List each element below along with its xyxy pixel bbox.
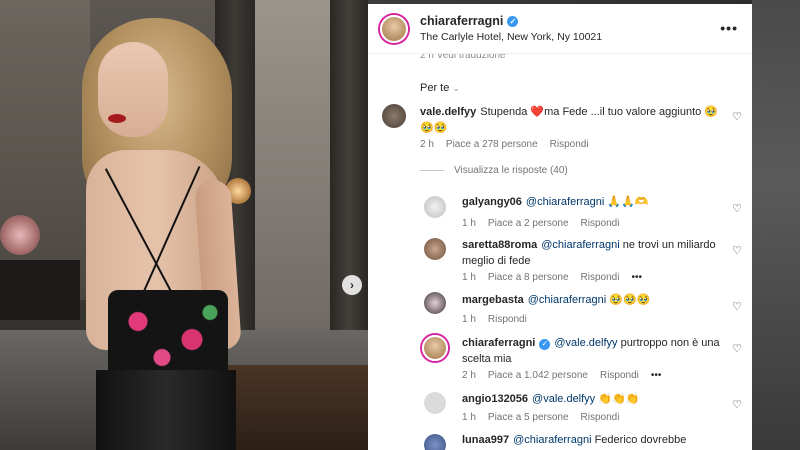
avatar[interactable] bbox=[380, 14, 408, 43]
reply-content: 🥹🥹🥹 bbox=[606, 294, 651, 306]
reply-mention[interactable]: @vale.delfyy bbox=[532, 393, 595, 405]
header-username-row: chiaraferragni ✓ bbox=[420, 14, 602, 28]
like-heart-icon[interactable]: ♡ bbox=[732, 342, 742, 355]
reply-avatar[interactable] bbox=[424, 238, 446, 260]
reply-likes[interactable]: Piace a 5 persone bbox=[488, 412, 569, 423]
header-username[interactable]: chiaraferragni bbox=[420, 14, 503, 28]
reply-avatar[interactable] bbox=[424, 434, 446, 450]
reply-time: 1 h bbox=[462, 218, 476, 229]
reply-username[interactable]: margebasta bbox=[462, 294, 524, 306]
reply-avatar[interactable] bbox=[424, 292, 446, 314]
reply-text: lunaa997 @chiaraferragni Federico dovrebb… bbox=[462, 432, 724, 448]
reply-meta: 1 h Rispondi bbox=[462, 314, 527, 325]
photo-lips bbox=[108, 114, 126, 123]
comments-panel: chiaraferragni ✓ The Carlyle Hotel, New … bbox=[368, 4, 752, 450]
reply-text: margebasta @chiaraferragni 🥹🥹🥹 bbox=[462, 292, 712, 308]
reply-meta: 1 h Piace a 5 persone Rispondi bbox=[462, 412, 619, 423]
reply-time: 1 h bbox=[462, 314, 476, 325]
like-heart-icon[interactable]: ♡ bbox=[732, 202, 742, 215]
location-link[interactable]: The Carlyle Hotel, New York, Ny 10021 bbox=[420, 31, 602, 43]
photo-dress bbox=[108, 290, 228, 380]
reply-button[interactable]: Rispondi bbox=[550, 139, 589, 150]
header-text: chiaraferragni ✓ The Carlyle Hotel, New … bbox=[420, 14, 602, 43]
sort-label: Per te bbox=[420, 82, 450, 94]
reply-username[interactable]: chiaraferragni bbox=[462, 337, 535, 349]
sort-dropdown[interactable]: Per te ⌄ bbox=[420, 82, 460, 94]
reply-button[interactable]: Rispondi bbox=[581, 272, 620, 283]
reply-likes[interactable]: Piace a 1.042 persone bbox=[488, 370, 588, 381]
photo-wall bbox=[0, 0, 90, 300]
post-header: chiaraferragni ✓ The Carlyle Hotel, New … bbox=[368, 4, 752, 54]
more-options-icon[interactable]: ••• bbox=[651, 370, 662, 381]
view-replies-button[interactable]: Visualizza le risposte (40) bbox=[420, 165, 568, 176]
reply-mention[interactable]: @chiaraferragni bbox=[528, 294, 606, 306]
photo-curtain bbox=[330, 0, 368, 360]
reply-avatar[interactable] bbox=[424, 392, 446, 414]
reply-meta: 1 h Piace a 8 persone Rispondi ••• bbox=[462, 272, 642, 283]
verified-icon: ✓ bbox=[539, 338, 551, 350]
chevron-down-icon: ⌄ bbox=[452, 83, 460, 93]
reply-mention[interactable]: @chiaraferragni bbox=[541, 239, 619, 251]
reply-button[interactable]: Rispondi bbox=[488, 314, 527, 325]
more-options-icon[interactable]: ••• bbox=[631, 272, 642, 283]
like-heart-icon[interactable]: ♡ bbox=[732, 398, 742, 411]
photo-piano bbox=[0, 260, 80, 320]
reply-avatar[interactable] bbox=[422, 335, 448, 361]
reply-text: chiaraferragni ✓ @vale.delfyy purtroppo no… bbox=[462, 335, 724, 367]
comment-username[interactable]: vale.delfyy bbox=[420, 106, 476, 118]
reply-likes[interactable]: Piace a 8 persone bbox=[488, 272, 569, 283]
like-heart-icon[interactable]: ♡ bbox=[732, 110, 742, 123]
reply-text: saretta88roma @chiaraferragni ne trovi un… bbox=[462, 237, 724, 269]
reply-username[interactable]: saretta88roma bbox=[462, 239, 537, 251]
reply-username[interactable]: galyangy06 bbox=[462, 196, 522, 208]
next-image-button[interactable]: › bbox=[342, 275, 362, 295]
caption-meta-truncated: 2 h Vedi traduzione bbox=[420, 54, 506, 61]
reply-button[interactable]: Rispondi bbox=[581, 412, 620, 423]
divider bbox=[420, 170, 444, 171]
like-heart-icon[interactable]: ♡ bbox=[732, 244, 742, 257]
like-heart-icon[interactable]: ♡ bbox=[732, 300, 742, 313]
reply-mention[interactable]: @chiaraferragni bbox=[526, 196, 604, 208]
reply-button[interactable]: Rispondi bbox=[600, 370, 639, 381]
reply-content: 👏👏👏 bbox=[595, 393, 640, 405]
reply-time: 2 h bbox=[462, 370, 476, 381]
comment-time: 2 h bbox=[420, 139, 434, 150]
reply-username[interactable]: angio132056 bbox=[462, 393, 528, 405]
comment-likes[interactable]: Piace a 278 persone bbox=[446, 139, 538, 150]
reply-mention[interactable]: @vale.delfyy bbox=[554, 337, 617, 349]
reply-content: 🙏🙏🫶 bbox=[604, 196, 649, 208]
photo-flowers bbox=[0, 215, 40, 255]
reply-time: 1 h bbox=[462, 272, 476, 283]
reply-button[interactable]: Rispondi bbox=[581, 218, 620, 229]
post-photo[interactable]: › bbox=[0, 0, 368, 450]
reply-text: angio132056 @vale.delfyy 👏👏👏 bbox=[462, 391, 712, 407]
reply-content: Federico dovrebbe bbox=[591, 434, 687, 446]
reply-username[interactable]: lunaa997 bbox=[462, 434, 509, 446]
more-options-icon[interactable]: ••• bbox=[720, 20, 738, 36]
photo-face bbox=[98, 42, 168, 137]
reply-text: galyangy06 @chiaraferragni 🙏🙏🫶 bbox=[462, 194, 712, 210]
photo-pants bbox=[96, 370, 236, 450]
comment-meta: 2 h Piace a 278 persone Rispondi bbox=[420, 139, 589, 150]
view-replies-label: Visualizza le risposte (40) bbox=[454, 165, 568, 176]
reply-avatar[interactable] bbox=[424, 196, 446, 218]
verified-icon: ✓ bbox=[507, 15, 519, 27]
comment-text: vale.delfyy Stupenda ❤️ma Fede ...il tuo … bbox=[420, 104, 720, 136]
reply-mention[interactable]: @chiaraferragni bbox=[513, 434, 591, 446]
reply-meta: 1 h Piace a 2 persone Rispondi bbox=[462, 218, 619, 229]
reply-meta: 2 h Piace a 1.042 persone Rispondi ••• bbox=[462, 370, 661, 381]
comment-avatar[interactable] bbox=[382, 104, 406, 128]
reply-likes[interactable]: Piace a 2 persone bbox=[488, 218, 569, 229]
reply-time: 1 h bbox=[462, 412, 476, 423]
background-right bbox=[752, 0, 800, 450]
